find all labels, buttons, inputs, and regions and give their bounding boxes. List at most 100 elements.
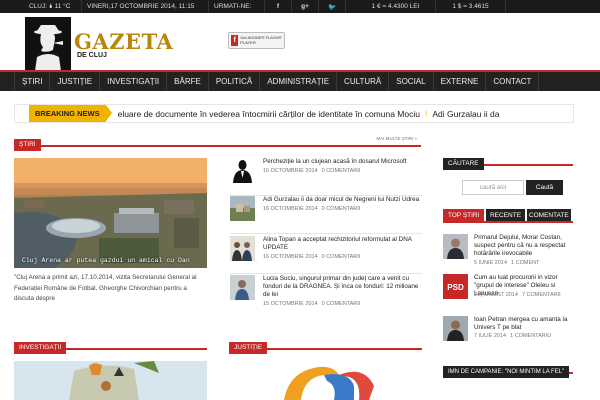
news-thumbnail[interactable] xyxy=(230,275,255,300)
tab-label: TOP ȘTIRI xyxy=(447,211,480,219)
news-thumbnail[interactable] xyxy=(230,236,255,261)
breaking-news-ticker[interactable]: eluare de documente în vederea întocmiri… xyxy=(106,109,500,119)
nav-label: INVESTIGAȚII xyxy=(107,77,160,86)
sidebar-item-meta: 21 AUGUST 2014 7 COMENTARII xyxy=(474,292,561,298)
news-date: 15 OCTOMBRIE 2014 xyxy=(263,301,318,307)
sidebar-item-meta: 7 IULIE 2014 1 COMENTARIU xyxy=(474,333,551,339)
news-list-item[interactable]: Adi Gurzalau ii da doar micul de Negreni… xyxy=(230,196,422,234)
featured-excerpt: "Cluj Arena a primit azi, 17.10.2014, vi… xyxy=(14,274,197,302)
ticker-item[interactable]: eluare de documente în vederea întocmiri… xyxy=(118,109,420,119)
page: CLUJ: 🌢 11 °C VINERI,17 OCTOMBRIE 2014, … xyxy=(0,0,600,400)
nav-item-contact[interactable]: CONTACT xyxy=(486,72,540,91)
news-thumbnail[interactable] xyxy=(230,158,255,183)
news-title[interactable]: Adi Gurzalau ii da doar micul de Negreni… xyxy=(263,196,423,204)
flash-player-badge[interactable]: f Get ADOBE® FLASH® PLAYER xyxy=(228,32,285,49)
news-list-item[interactable]: Percheziție la un clujean acasă în dosar… xyxy=(230,158,422,196)
google-plus-icon[interactable]: g+ xyxy=(292,0,319,13)
tab-label: COMENTATE xyxy=(528,211,569,219)
euro-rate: 1 € = 4.4300 LEI xyxy=(356,0,436,13)
weather-widget: CLUJ: 🌢 11 °C xyxy=(24,0,82,13)
news-thumbnail[interactable] xyxy=(230,196,255,221)
sidebar-item-comments[interactable]: 7 COMENTARII xyxy=(522,292,561,298)
sidebar-item-date: 5 IUNIE 2014 xyxy=(474,260,508,266)
news-meta: 16 OCTOMBRIE 2014 0 COMENTARII xyxy=(263,254,360,260)
sidebar-item-comments[interactable]: 1 COMENTARIU xyxy=(510,333,551,339)
news-comments[interactable]: 0 COMENTARII xyxy=(322,254,361,260)
euro-rate-text: 1 € = 4.4300 LEI xyxy=(371,3,420,10)
news-title[interactable]: Lucia Suciu, singurul primar din județ c… xyxy=(263,275,423,299)
featured-caption[interactable]: Cluj Arena ar putea gazdui un amical cu … xyxy=(14,257,207,264)
sidebar-item-title[interactable]: Ioan Petran mergea cu amanta la Univers … xyxy=(474,316,574,332)
nav-item-justitie[interactable]: JUSTIȚIE xyxy=(50,72,101,91)
svg-text:PSD: PSD xyxy=(447,283,464,292)
news-list-item[interactable]: Alina Topan a acceptat rechizitoriul ref… xyxy=(230,236,422,274)
tab-recente[interactable]: RECENTE xyxy=(486,209,525,221)
investigatii-section-header: INVESTIGAȚII xyxy=(14,336,207,354)
facebook-icon[interactable]: f xyxy=(265,0,292,13)
nav-item-social[interactable]: SOCIAL xyxy=(389,72,434,91)
nav-item-barfe[interactable]: BÂRFE xyxy=(167,72,209,91)
news-date: 16 OCTOMBRIE 2014 xyxy=(263,254,318,260)
ticker-separator-icon: ! xyxy=(424,108,428,119)
nav-item-cultura[interactable]: CULTURĂ xyxy=(337,72,390,91)
sidebar-item-comments[interactable]: 1 COMENT xyxy=(511,260,539,266)
tab-comentate[interactable]: COMENTATE xyxy=(526,209,571,221)
nav-item-administratie[interactable]: ADMINISTRAȚIE xyxy=(260,72,338,91)
search-placeholder: caută aici xyxy=(479,184,507,191)
news-comments[interactable]: 0 COMENTARII xyxy=(322,301,361,307)
news-date: 16 OCTOMBRIE 2014 xyxy=(263,168,318,174)
investigatii-article-image[interactable] xyxy=(14,361,207,400)
twitter-glyph: 🐦 xyxy=(327,3,337,11)
twitter-icon[interactable]: 🐦 xyxy=(319,0,346,13)
breaking-news-label: BREAKING NEWS xyxy=(29,105,112,122)
nav-label: EXTERNE xyxy=(440,77,479,86)
google-plus-glyph: g+ xyxy=(301,3,309,10)
nav-label: SOCIAL xyxy=(396,77,426,86)
detective-silhouette-icon xyxy=(25,17,71,71)
news-title[interactable]: Percheziție la un clujean acasă în dosar… xyxy=(263,158,423,166)
investigatii-section-label[interactable]: INVESTIGAȚII xyxy=(14,342,67,354)
justitie-section-label[interactable]: JUSTIȚIE xyxy=(229,342,268,354)
divider xyxy=(230,233,422,234)
sidebar-item-title[interactable]: Primarul Dejului, Morar Costan, suspect … xyxy=(474,234,574,257)
site-logo[interactable]: GAZETA DE CLUJ xyxy=(25,17,185,71)
stiri-section-label[interactable]: ȘTIRI xyxy=(14,139,41,151)
usd-rate-text: 1 $ = 3.4615 xyxy=(452,3,489,10)
search-section-label: CĂUTARE xyxy=(443,158,484,170)
nav-item-investigatii[interactable]: INVESTIGAȚII xyxy=(100,72,168,91)
nav-item-politica[interactable]: POLITICĂ xyxy=(209,72,261,91)
nav-item-stiri[interactable]: ȘTIRI xyxy=(14,72,51,91)
search-section-header: CĂUTARE xyxy=(443,152,573,170)
nav-label: ȘTIRI xyxy=(22,77,43,86)
date-text: VINERI,17 OCTOMBRIE 2014, 11:15 xyxy=(87,3,195,10)
nav-label: ADMINISTRAȚIE xyxy=(267,77,330,86)
nav-label: BÂRFE xyxy=(174,77,201,86)
search-button[interactable]: Caută xyxy=(526,180,563,195)
sidebar-item-meta: 5 IUNIE 2014 1 COMENT xyxy=(474,260,539,266)
ticker-item[interactable]: Adi Gurzalau ii da xyxy=(432,109,499,119)
flash-badge-text: Get ADOBE® FLASH® PLAYER xyxy=(240,35,282,45)
sidebar-list-item[interactable]: 5 IUNIE 2014 1 COMENT PSD Cum au luat pro… xyxy=(443,260,573,304)
justitie-section-header: JUSTIȚIE xyxy=(229,336,422,354)
news-comments[interactable]: 0 COMENTARII xyxy=(322,206,361,212)
nav-item-externe[interactable]: EXTERNE xyxy=(434,72,487,91)
news-title[interactable]: Alina Topan a acceptat rechizitoriul ref… xyxy=(263,236,423,252)
news-comments[interactable]: 0 COMENTARII xyxy=(322,168,361,174)
top-bar: CLUJ: 🌢 11 °C VINERI,17 OCTOMBRIE 2014, … xyxy=(0,0,600,13)
news-meta: 16 OCTOMBRIE 2014 0 COMENTARII xyxy=(263,168,360,174)
sidebar-thumbnail[interactable] xyxy=(443,234,468,259)
sidebar-list-item[interactable]: Ioan Petran mergea cu amanta la Univers … xyxy=(443,316,573,346)
news-list-item[interactable]: Lucia Suciu, singurul primar din județ c… xyxy=(230,275,422,320)
sidebar-thumbnail[interactable] xyxy=(443,316,468,341)
main-navigation: ȘTIRI JUSTIȚIE INVESTIGAȚII BÂRFE POLITI… xyxy=(0,70,600,91)
more-news-link[interactable]: MAI MULTE ȘTIRI » xyxy=(376,136,417,141)
sidebar-thumbnail[interactable]: PSD xyxy=(443,274,468,299)
logo-title: GAZETA xyxy=(74,29,174,54)
search-input[interactable]: caută aici xyxy=(462,180,524,195)
tab-top-stiri[interactable]: TOP ȘTIRI xyxy=(443,209,485,221)
sidebar-tabs: TOP ȘTIRI RECENTE COMENTATE xyxy=(443,209,573,223)
featured-article-image[interactable]: Cluj Arena ar putea gazdui un amical cu … xyxy=(14,158,207,268)
justitie-article-image[interactable] xyxy=(229,361,422,400)
nav-label: CONTACT xyxy=(493,77,532,86)
sidebar-item-date: 21 AUGUST 2014 xyxy=(474,292,518,298)
